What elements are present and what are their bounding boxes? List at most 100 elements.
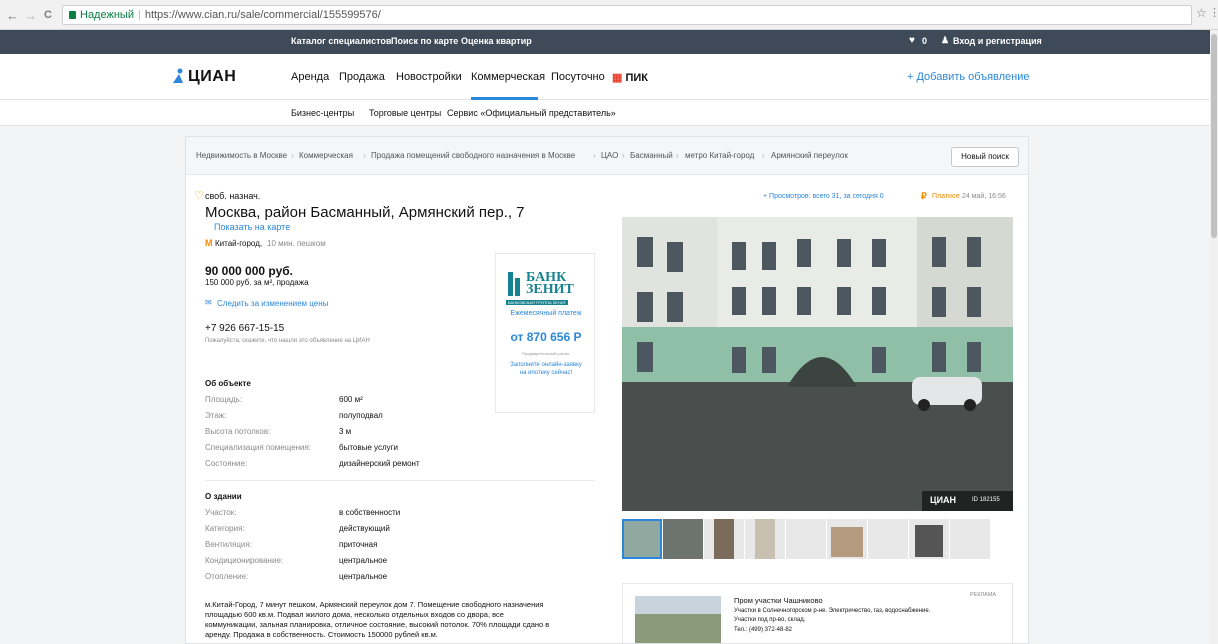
bank-logo: БАНК ЗЕНИТ <box>506 268 586 298</box>
price-per-meter: 150 000 руб. за м², продажа <box>205 278 309 287</box>
login-link[interactable]: Вход и регистрация <box>953 36 1042 46</box>
building-value: в собственности <box>339 508 401 517</box>
ad-title[interactable]: Пром участки Чашниково <box>734 596 823 605</box>
building-value: действующий <box>339 524 390 533</box>
object-label: Специализация помещения: <box>205 443 312 452</box>
subnav-malls[interactable]: Торговые центры <box>369 108 441 118</box>
photo-thumbnail[interactable] <box>868 519 908 559</box>
topbar-link-map[interactable]: Поиск по карте <box>391 36 458 46</box>
new-search-button[interactable]: Новый поиск <box>951 147 1019 167</box>
browser-menu-icon[interactable]: ⋮ <box>1209 6 1218 19</box>
back-icon[interactable]: ← <box>6 8 19 23</box>
show-on-map-link[interactable]: Показать на карте <box>214 222 290 232</box>
track-price-link[interactable]: Следить за изменением цены <box>217 299 328 308</box>
section-divider <box>205 480 595 481</box>
breadcrumb-item[interactable]: Армянский переулок <box>771 151 848 160</box>
bank-group: БАНКОВСКАЯ ГРУППА ЗЕНИТ <box>506 300 569 305</box>
building-section-title: О здании <box>205 492 242 501</box>
photo-thumbnail[interactable] <box>745 519 785 559</box>
menu-pik[interactable]: ▦ ПИК <box>612 71 648 84</box>
object-value: полуподвал <box>339 411 383 420</box>
topbar-link-estimate[interactable]: Оценка квартир <box>461 36 532 46</box>
metro-station: Китай-город, <box>215 239 263 248</box>
ad-label: РЕКЛАМА <box>970 592 997 598</box>
views-counter[interactable]: + Просмотров: всего 31, за сегодня 0 <box>763 193 884 200</box>
scrollbar-thumb[interactable] <box>1211 34 1217 238</box>
mortgage-cta-link[interactable]: Заполните онлайн-заявку на ипотеку сейча… <box>510 361 582 377</box>
description-line: площадью 600 кв.м. Подвал жилого дома, н… <box>205 610 504 619</box>
photo-thumbnail[interactable] <box>663 519 703 559</box>
user-icon: ♟ <box>941 35 950 45</box>
cian-logo[interactable]: ЦИАН <box>172 68 236 86</box>
bank-ad[interactable]: БАНК ЗЕНИТ БАНКОВСКАЯ ГРУППА ЗЕНИТ Ежеме… <box>495 253 595 413</box>
favorites-count[interactable]: 0 <box>922 36 927 46</box>
courtyard-photo-image <box>622 217 1013 511</box>
breadcrumb: Недвижимость в Москве › Коммерческая › П… <box>186 137 1028 175</box>
menu-commercial[interactable]: Коммерческая <box>471 71 545 83</box>
forward-icon[interactable]: → <box>24 8 37 23</box>
topbar-link-catalog[interactable]: Каталог специалистов <box>291 36 391 46</box>
object-value: 3 м <box>339 427 352 436</box>
price: 90 000 000 руб. <box>205 264 293 278</box>
building-value: центральное <box>339 572 388 581</box>
menu-rent[interactable]: Аренда <box>291 71 329 83</box>
photo-thumbnail[interactable] <box>950 519 990 559</box>
breadcrumb-item[interactable]: ЦАО <box>601 151 618 160</box>
favorite-heart-icon[interactable]: ♡ <box>194 189 204 202</box>
building-label: Отопление: <box>205 572 249 581</box>
photo-thumbnail[interactable] <box>786 519 826 559</box>
ad-block[interactable]: РЕКЛАМА Пром участки Чашниково Участки в… <box>622 583 1013 643</box>
subnav-business-centers[interactable]: Бизнес-центры <box>291 108 354 118</box>
object-label: Состояние: <box>205 459 248 468</box>
object-value: 600 м² <box>339 395 363 404</box>
menu-pik-label: ПИК <box>625 72 648 84</box>
ad-phone: Тел.: (499) 372-48-82 <box>734 627 792 633</box>
subnav-official-rep[interactable]: Сервис «Официальный представитель» <box>447 108 616 118</box>
object-value: дизайнерский ремонт <box>339 459 420 468</box>
reload-icon[interactable]: C <box>44 9 52 21</box>
description-line: аренду. Продажа в собственность. Стоимос… <box>205 630 438 639</box>
lock-icon <box>69 11 76 19</box>
building-label: Участок: <box>205 508 237 517</box>
menu-daily[interactable]: Посуточно <box>551 71 605 83</box>
breadcrumb-item[interactable]: Недвижимость в Москве <box>196 151 287 160</box>
sub-navigation: Бизнес-центры Торговые центры Сервис «Оф… <box>0 100 1210 126</box>
phone-number[interactable]: +7 926 667-15-15 <box>205 323 284 334</box>
main-header: ЦИАН Аренда Продажа Новостройки Коммерче… <box>0 54 1210 100</box>
add-listing-link[interactable]: + Добавить объявление <box>907 71 1030 83</box>
building-label: Кондиционирование: <box>205 556 284 565</box>
breadcrumb-item[interactable]: Коммерческая <box>299 151 353 160</box>
logo-text: ЦИАН <box>188 68 237 85</box>
breadcrumb-item[interactable]: Басманный <box>630 151 673 160</box>
heart-icon[interactable]: ♥ <box>909 35 915 46</box>
building-value: центральное <box>339 556 388 565</box>
paid-badge[interactable]: Платное <box>932 193 960 200</box>
main-photo[interactable]: ЦИАН ID 182155 <box>622 217 1013 511</box>
top-bar: Каталог специалистов Поиск по карте Оцен… <box>0 30 1210 54</box>
watermark-logo: ЦИАН <box>930 495 957 505</box>
pik-icon: ▦ <box>612 72 623 84</box>
photo-thumbnail[interactable] <box>622 519 662 559</box>
photo-thumbnail[interactable] <box>704 519 744 559</box>
bank-name-2: ЗЕНИТ <box>526 282 574 297</box>
photo-thumbnail[interactable] <box>827 519 867 559</box>
breadcrumb-item[interactable]: метро Китай-город <box>685 151 754 160</box>
ruble-icon: ₽ <box>921 191 927 201</box>
metro-icon: M <box>205 238 213 248</box>
description-line: коммуникации, зальная планировка, отличн… <box>205 620 550 629</box>
cian-logo-icon <box>172 68 184 84</box>
url-text: https://www.cian.ru/sale/commercial/1555… <box>144 9 381 21</box>
photo-thumbnail[interactable] <box>909 519 949 559</box>
bank-note: Предварительный расчет <box>522 351 570 356</box>
bookmark-star-icon[interactable]: ☆ <box>1196 6 1207 20</box>
menu-sale[interactable]: Продажа <box>339 71 385 83</box>
listing-date: 24 май, 16:56 <box>962 193 1006 200</box>
breadcrumb-item[interactable]: Продажа помещений свободного назначения … <box>371 151 575 160</box>
address-bar[interactable]: Надежный | https://www.cian.ru/sale/commer… <box>62 5 1192 25</box>
ad-text: Участки под пр-во, склад. <box>734 617 806 623</box>
phone-note: Пожалуйста, скажите, что нашли это объяв… <box>205 338 370 344</box>
photo-id: ID 182155 <box>972 497 1000 503</box>
listing-address: Москва, район Басманный, Армянский пер.,… <box>205 204 525 221</box>
menu-newbuild[interactable]: Новостройки <box>396 71 462 83</box>
object-section-title: Об объекте <box>205 379 251 388</box>
